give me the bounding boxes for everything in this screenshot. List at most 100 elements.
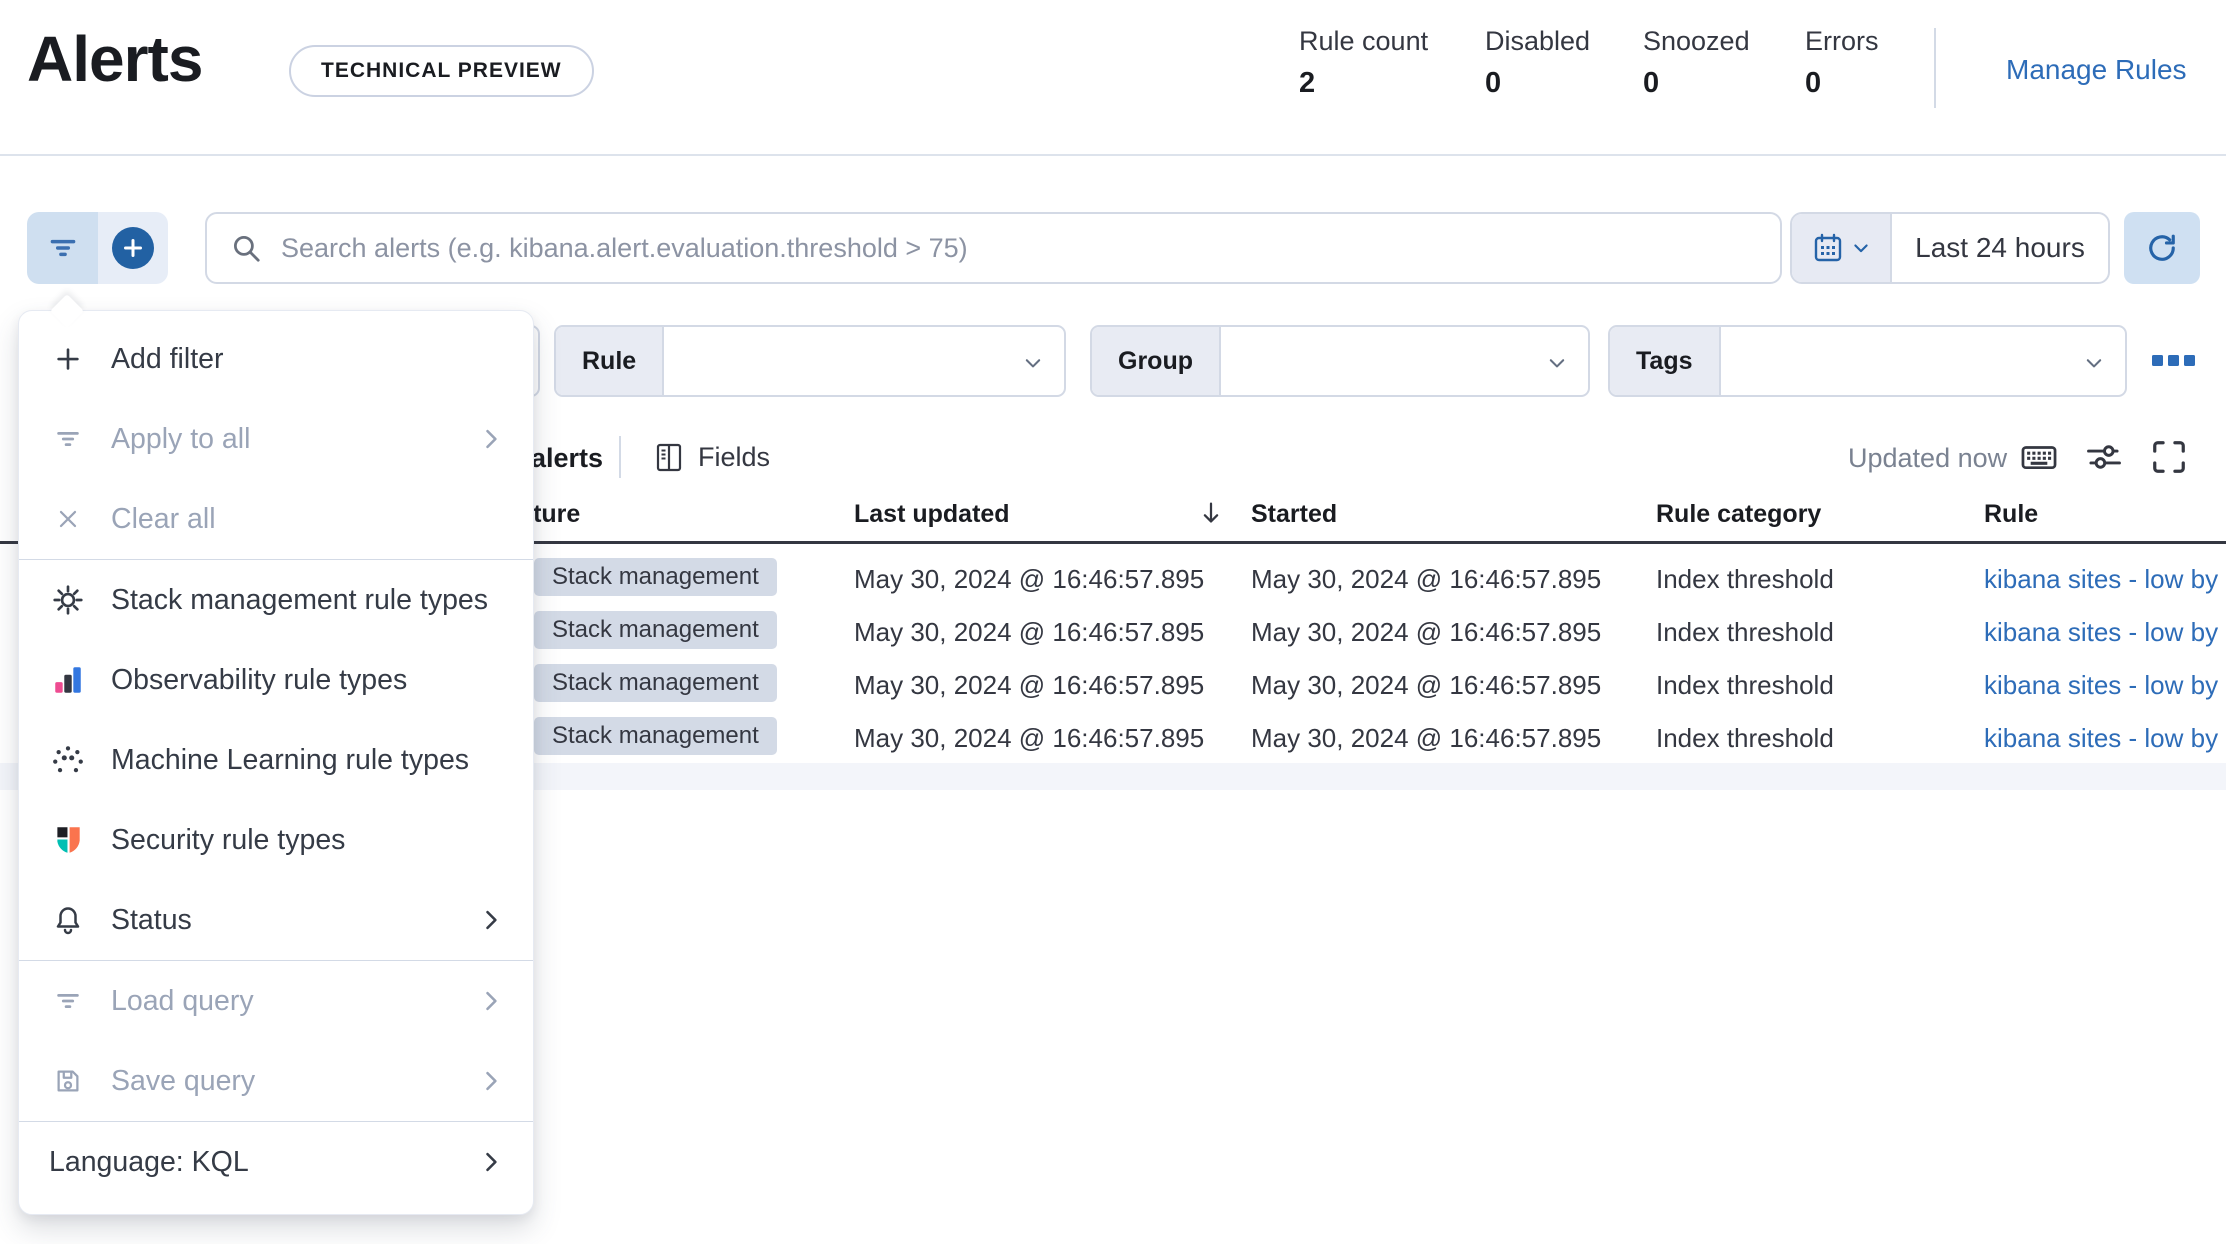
feature-badge: Stack management <box>534 717 777 755</box>
menu-item-save-query[interactable]: Save query <box>19 1041 533 1121</box>
stat-value: 0 <box>1805 67 1822 99</box>
stat-label: Rule count <box>1299 26 1429 56</box>
stat-value: 2 <box>1299 67 1316 99</box>
observability-logo-icon <box>49 661 87 699</box>
fields-icon <box>653 441 685 473</box>
stat-errors: Errors 0 <box>1805 26 1879 100</box>
filter-icon <box>46 231 80 265</box>
menu-item-status[interactable]: Status <box>19 880 533 960</box>
filter-menu-popover: Add filter Apply to all Clear all Stack … <box>18 294 534 1215</box>
stats-divider <box>1934 28 1936 108</box>
fields-button[interactable]: Fields <box>653 436 770 478</box>
cell-rule-category: Index threshold <box>1656 670 1834 700</box>
rule-link[interactable]: kibana sites - low by <box>1984 723 2226 754</box>
rule-link[interactable]: kibana sites - low by <box>1984 670 2226 701</box>
chevron-right-icon <box>477 425 505 453</box>
cell-rule-category: Index threshold <box>1656 564 1834 594</box>
group-filter-select[interactable]: Group <box>1090 325 1590 397</box>
chevron-right-icon <box>477 1148 505 1176</box>
toolbar-divider <box>619 436 621 478</box>
group-filter-label: Group <box>1092 327 1221 395</box>
search-icon <box>229 231 263 265</box>
sort-descending-icon[interactable] <box>1196 498 1226 528</box>
menu-item-observability-rule-types[interactable]: Observability rule types <box>19 640 533 720</box>
filter-button-group <box>27 212 168 284</box>
filter-icon <box>49 982 87 1020</box>
column-header-last-updated[interactable]: Last updated <box>854 500 1010 529</box>
menu-item-apply-to-all[interactable]: Apply to all <box>19 399 533 479</box>
fullscreen-icon[interactable] <box>2150 438 2188 476</box>
stat-snoozed: Snoozed 0 <box>1643 26 1750 100</box>
rule-link[interactable]: kibana sites - low by <box>1984 617 2226 648</box>
chevron-down-icon <box>1546 352 1568 374</box>
column-header-rule-category[interactable]: Rule category <box>1656 500 1821 529</box>
tags-filter-select[interactable]: Tags <box>1608 325 2127 397</box>
cell-rule-category: Index threshold <box>1656 617 1834 647</box>
menu-item-clear-all[interactable]: Clear all <box>19 479 533 559</box>
filter-menu-button[interactable] <box>27 212 98 284</box>
stat-label: Errors <box>1805 26 1879 56</box>
rule-filter-label: Rule <box>556 327 665 395</box>
chevron-down-icon <box>1022 352 1044 374</box>
menu-item-security-rule-types[interactable]: Security rule types <box>19 800 533 880</box>
page-title: Alerts <box>27 23 203 95</box>
date-picker-menu-button[interactable] <box>1792 214 1892 282</box>
machine-learning-logo-icon <box>49 741 87 779</box>
display-options-icon[interactable] <box>2085 438 2123 476</box>
menu-item-load-query[interactable]: Load query <box>19 961 533 1041</box>
chevron-down-icon <box>1851 238 1871 258</box>
add-filter-button[interactable] <box>98 212 168 284</box>
technical-preview-badge: TECHNICAL PREVIEW <box>289 45 594 97</box>
stat-disabled: Disabled 0 <box>1485 26 1590 100</box>
time-range-value[interactable]: Last 24 hours <box>1892 214 2108 282</box>
menu-item-add-filter[interactable]: Add filter <box>19 319 533 399</box>
refresh-button[interactable] <box>2124 212 2200 284</box>
cell-rule-category: Index threshold <box>1656 723 1834 753</box>
more-filters-button[interactable] <box>2150 349 2198 373</box>
stat-value: 0 <box>1485 67 1502 99</box>
cell-last-updated: May 30, 2024 @ 16:46:57.895 <box>854 617 1205 647</box>
calendar-icon <box>1812 232 1844 264</box>
updated-status: Updated now <box>1848 443 2008 473</box>
column-header-rule[interactable]: Rule <box>1984 500 2038 529</box>
chevron-right-icon <box>477 906 505 934</box>
column-header-started[interactable]: Started <box>1251 500 1337 529</box>
feature-badge: Stack management <box>534 558 777 596</box>
date-picker: Last 24 hours <box>1790 212 2110 284</box>
cell-last-updated: May 30, 2024 @ 16:46:57.895 <box>854 670 1205 700</box>
plus-icon <box>49 340 87 378</box>
chevron-down-icon <box>2083 352 2105 374</box>
cell-started: May 30, 2024 @ 16:46:57.895 <box>1251 670 1602 700</box>
chevron-right-icon <box>477 1067 505 1095</box>
menu-item-language-kql[interactable]: Language: KQL <box>19 1122 533 1202</box>
keyboard-shortcuts-icon[interactable] <box>2020 438 2058 476</box>
gear-icon <box>49 581 87 619</box>
security-logo-icon <box>49 821 87 859</box>
stat-rule-count: Rule count 2 <box>1299 26 1428 100</box>
save-icon <box>49 1062 87 1100</box>
tags-filter-label: Tags <box>1610 327 1721 395</box>
menu-item-stack-management-rule-types[interactable]: Stack management rule types <box>19 560 533 640</box>
search-bar <box>205 212 1782 284</box>
rule-filter-select[interactable]: Rule <box>554 325 1066 397</box>
stat-value: 0 <box>1643 67 1660 99</box>
bell-icon <box>49 901 87 939</box>
chevron-right-icon <box>477 987 505 1015</box>
filter-icon <box>49 420 87 458</box>
refresh-icon <box>2144 230 2180 266</box>
plus-circle-icon <box>112 227 154 269</box>
rule-link[interactable]: kibana sites - low by <box>1984 564 2226 595</box>
close-icon <box>49 500 87 538</box>
feature-badge: Stack management <box>534 664 777 702</box>
cell-started: May 30, 2024 @ 16:46:57.895 <box>1251 617 1602 647</box>
fields-label: Fields <box>698 441 771 472</box>
stat-label: Snoozed <box>1643 26 1750 56</box>
search-input[interactable] <box>281 232 1780 264</box>
menu-item-machine-learning-rule-types[interactable]: Machine Learning rule types <box>19 720 533 800</box>
cell-last-updated: May 30, 2024 @ 16:46:57.895 <box>854 723 1205 753</box>
header-divider <box>0 154 2226 156</box>
cell-started: May 30, 2024 @ 16:46:57.895 <box>1251 723 1602 753</box>
feature-badge: Stack management <box>534 611 777 649</box>
cell-started: May 30, 2024 @ 16:46:57.895 <box>1251 564 1602 594</box>
manage-rules-link[interactable]: Manage Rules <box>2006 54 2187 86</box>
